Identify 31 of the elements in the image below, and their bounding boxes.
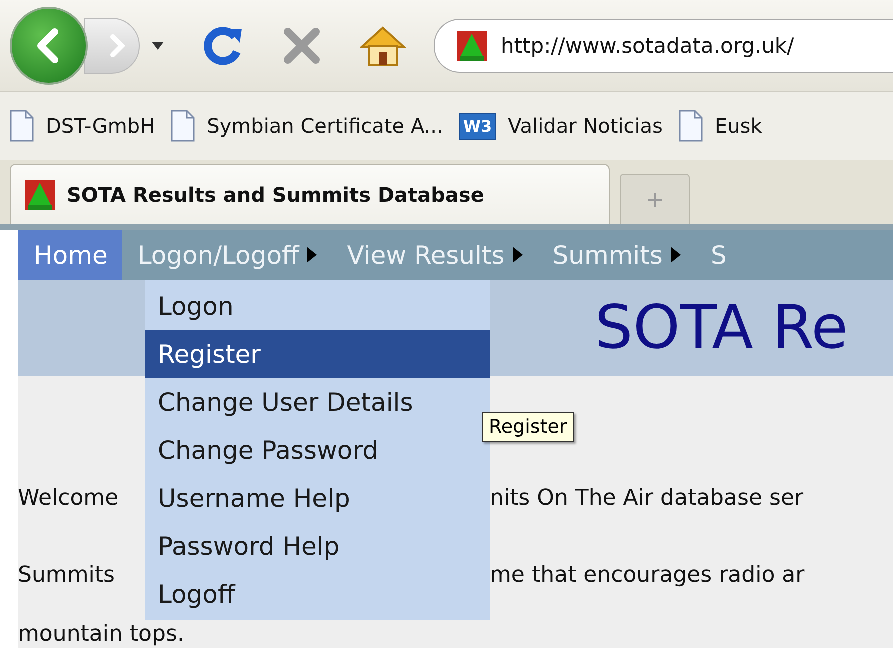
nav-item[interactable]: Home (18, 230, 122, 280)
caret-icon[interactable] (152, 42, 164, 50)
page-icon (10, 110, 34, 142)
tooltip: Register (482, 412, 574, 442)
paragraph-text: mountain tops. (18, 622, 184, 648)
mountain-logo-icon (457, 30, 487, 60)
menu-item[interactable]: Password Help (145, 522, 490, 570)
paragraph-text: Welcome (18, 485, 119, 513)
paragraph-text: me that encourages radio ar (490, 562, 805, 590)
bookmark-item[interactable]: DST-GmbH (10, 110, 156, 142)
menu-item[interactable]: Username Help (145, 474, 490, 522)
paragraph-text: nits On The Air database ser (490, 485, 804, 513)
address-field[interactable]: http://www.sotadata.org.uk/ (434, 18, 893, 72)
menu-item[interactable]: Logoff (145, 570, 490, 618)
bookmark-item[interactable]: Symbian Certificate A... (171, 110, 444, 142)
forward-button[interactable] (84, 18, 140, 74)
plus-icon (647, 192, 663, 208)
site-title: SOTA Re (595, 293, 848, 363)
page-icon (171, 110, 196, 142)
bookmark-item[interactable]: Eusk (678, 110, 762, 142)
w3-badge: W3 (459, 112, 496, 140)
page-icon (678, 110, 703, 142)
menu-item[interactable]: Register (145, 330, 490, 378)
paragraph-text: Summits (18, 562, 115, 590)
home-icon[interactable] (360, 24, 406, 66)
menu-item[interactable]: Logon (145, 282, 490, 330)
close-icon[interactable] (282, 26, 322, 66)
mountain-logo-icon (25, 180, 55, 210)
reload-icon[interactable] (202, 24, 244, 66)
bookmark-item[interactable]: W3 Validar Noticias (459, 110, 663, 142)
browser-tab[interactable]: SOTA Results and Summits Database (10, 164, 610, 224)
